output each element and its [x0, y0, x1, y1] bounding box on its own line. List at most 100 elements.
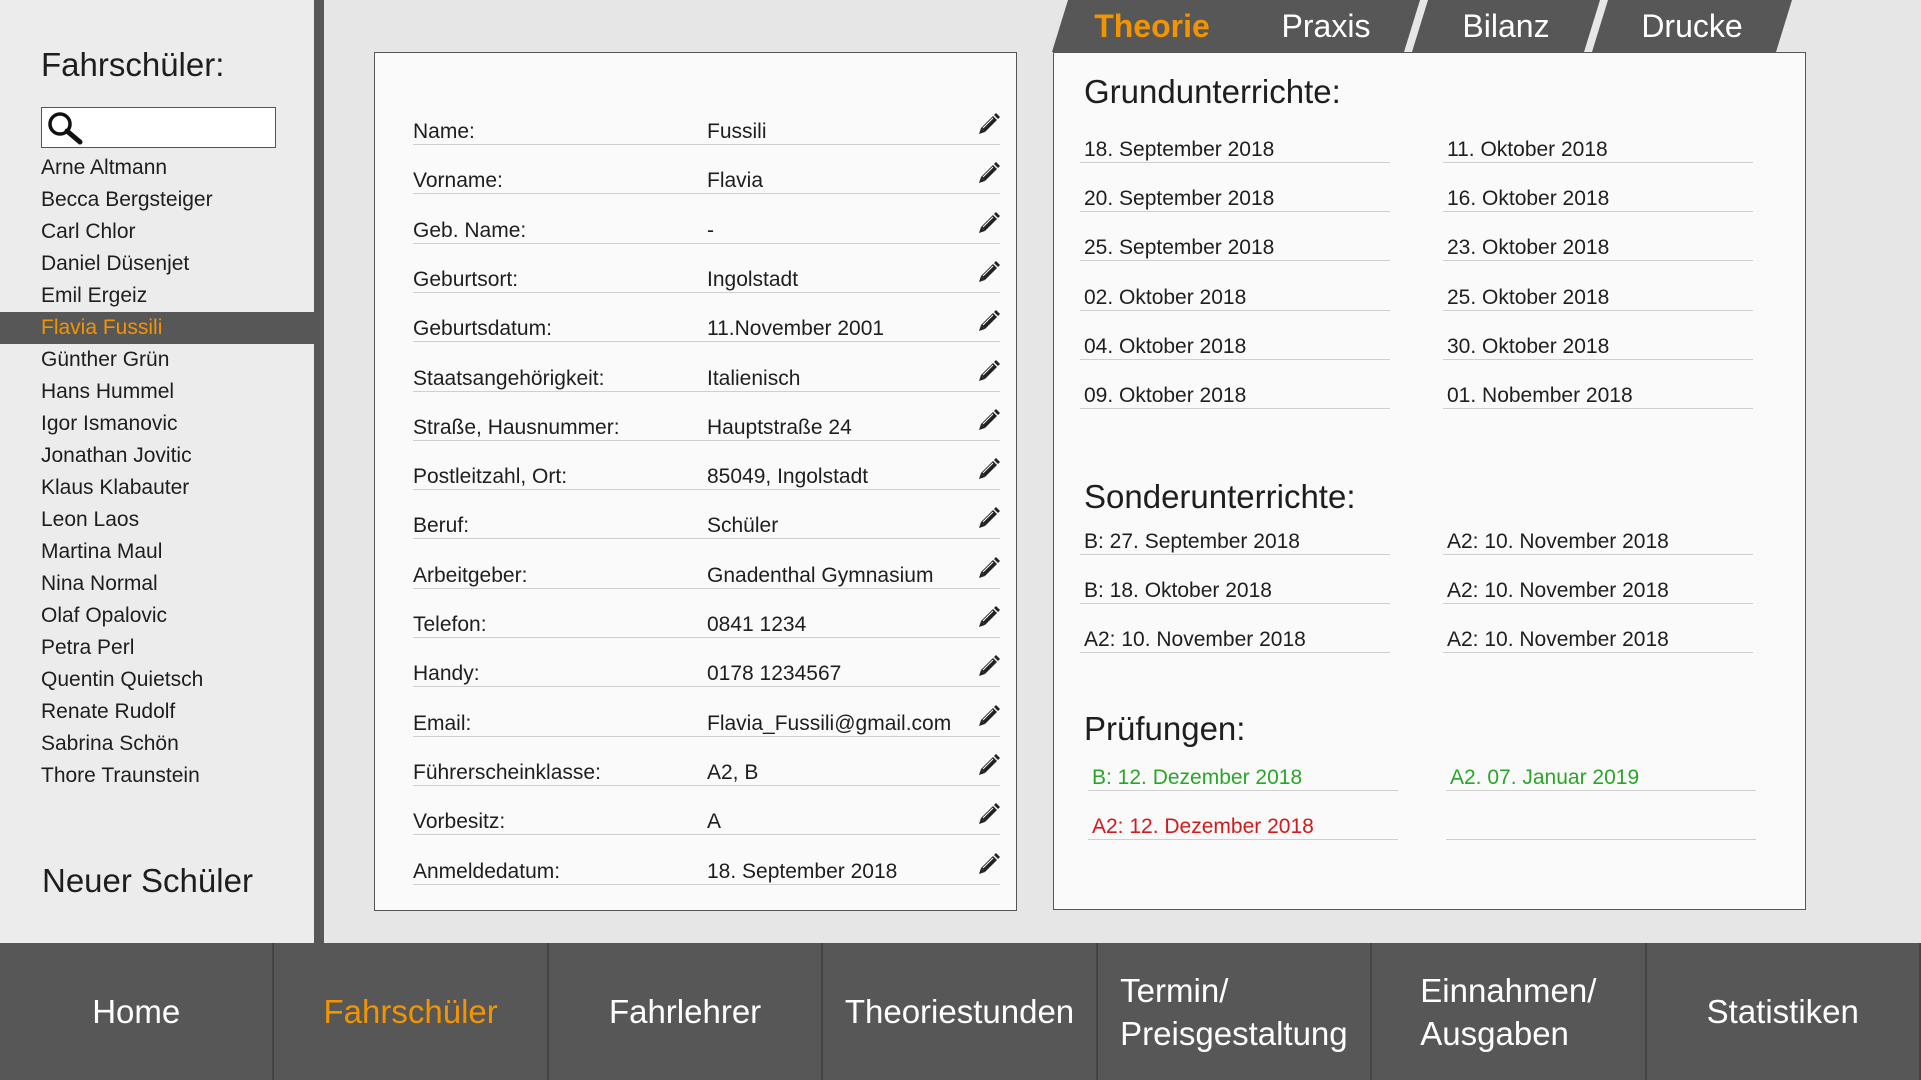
search-icon[interactable]	[46, 111, 84, 145]
edit-pencil-icon[interactable]	[976, 801, 1002, 827]
tab-theorie[interactable]: Theorie	[1052, 0, 1252, 52]
student-list-item[interactable]: Emil Ergeiz	[0, 280, 314, 312]
nav-item[interactable]: Termin/Preisgestaltung	[1098, 943, 1373, 1080]
student-list-item[interactable]: Quentin Quietsch	[0, 664, 314, 696]
date-entry: B: 12. Dezember 2018	[1088, 763, 1398, 791]
edit-pencil-icon[interactable]	[976, 851, 1002, 877]
edit-pencil-icon[interactable]	[976, 358, 1002, 384]
nav-item[interactable]: Fahrlehrer	[549, 943, 824, 1080]
nav-item-label: Home	[92, 990, 180, 1033]
edit-pencil-icon[interactable]	[976, 604, 1002, 630]
student-list-item[interactable]: Daniel Düsenjet	[0, 248, 314, 280]
student-list-item[interactable]: Günther Grün	[0, 344, 314, 376]
nav-label-line-1: Termin/	[1120, 971, 1229, 1009]
nav-item[interactable]: Fahrschüler	[274, 943, 549, 1080]
edit-pencil-icon[interactable]	[976, 259, 1002, 285]
search-input[interactable]	[86, 110, 271, 144]
detail-field-row: Führerscheinklasse: A2, B	[413, 753, 1000, 786]
student-list-item[interactable]: Olaf Opalovic	[0, 600, 314, 632]
nav-label-line-1: Theoriestunden	[844, 993, 1075, 1030]
field-value: A2, B	[707, 760, 759, 784]
pruefungen-title: Prüfungen:	[1084, 710, 1246, 747]
nav-item[interactable]: Statistiken	[1647, 943, 1921, 1080]
tab-drucke[interactable]: Drucke	[1592, 0, 1792, 52]
student-list-item[interactable]: Nina Normal	[0, 568, 314, 600]
date-entry: A2: 10. November 2018	[1080, 625, 1390, 653]
edit-pencil-icon[interactable]	[976, 456, 1002, 482]
date-text: 01. Nobember 2018	[1447, 384, 1633, 407]
new-student-button[interactable]: Neuer Schüler	[42, 862, 253, 900]
student-list-item[interactable]: Hans Hummel	[0, 376, 314, 408]
nav-item-label: Einnahmen/Ausgaben	[1420, 969, 1596, 1055]
student-list-item[interactable]: Jonathan Jovitic	[0, 440, 314, 472]
student-list-item[interactable]: Renate Rudolf	[0, 696, 314, 728]
field-label: Arbeitgeber:	[413, 563, 528, 587]
date-text: A2: 10. November 2018	[1084, 628, 1306, 651]
date-entry: 30. Oktober 2018	[1443, 332, 1753, 360]
field-value: Italienisch	[707, 366, 801, 390]
edit-pencil-icon[interactable]	[976, 407, 1002, 433]
edit-pencil-icon[interactable]	[976, 703, 1002, 729]
field-label: Geburtsort:	[413, 267, 519, 291]
student-list-item[interactable]: Sabrina Schön	[0, 728, 314, 760]
edit-pencil-icon[interactable]	[976, 505, 1002, 531]
student-list-item[interactable]: Arne Altmann	[0, 152, 314, 184]
nav-label-line-2: Preisgestaltung	[1120, 1014, 1348, 1052]
student-sidebar: Fahrschüler: Arne Altmann Becca Bergsteig…	[0, 0, 314, 943]
field-label: Vorname:	[413, 169, 503, 193]
tab-praxis[interactable]: Praxis	[1232, 0, 1420, 52]
date-text: B: 12. Dezember 2018	[1092, 766, 1303, 789]
edit-pencil-icon[interactable]	[976, 752, 1002, 778]
date-entry: A2: 12. Dezember 2018	[1088, 812, 1398, 840]
detail-tabs: Theorie Praxis Bilanz Drucke	[1052, 0, 1792, 52]
student-search-box[interactable]	[41, 107, 276, 148]
field-label: Führerscheinklasse:	[413, 760, 601, 784]
student-list-item[interactable]: Klaus Klabauter	[0, 472, 314, 504]
sonderunterrichte-title: Sonderunterrichte:	[1084, 478, 1356, 515]
nav-item[interactable]: Theoriestunden	[823, 943, 1098, 1080]
edit-pencil-icon[interactable]	[976, 160, 1002, 186]
date-text: B: 18. Oktober 2018	[1084, 579, 1272, 602]
student-list-item[interactable]: Igor Ismanovic	[0, 408, 314, 440]
field-label: Name:	[413, 120, 475, 143]
nav-item[interactable]: Home	[0, 943, 275, 1080]
field-value: 18. September 2018	[707, 859, 898, 883]
student-list-item[interactable]: Becca Bergsteiger	[0, 184, 314, 216]
detail-field-row: Arbeitgeber: Gnadenthal Gymnasium	[413, 556, 1000, 589]
grundunterrichte-title: Grundunterrichte:	[1084, 73, 1341, 110]
date-entry: B: 27. September 2018	[1080, 527, 1390, 555]
student-list-item[interactable]: Petra Perl	[0, 632, 314, 664]
date-text: A2: 10. November 2018	[1447, 530, 1669, 553]
nav-label-line-1: Fahrschüler	[323, 993, 498, 1030]
detail-field-row: Telefon: 0841 1234	[413, 606, 1000, 638]
edit-pencil-icon[interactable]	[976, 653, 1002, 679]
field-label: Telefon:	[413, 613, 487, 636]
student-list-item[interactable]: Leon Laos	[0, 504, 314, 536]
app-window: Fahrschüler: Arne Altmann Becca Bergsteig…	[0, 0, 1921, 1080]
student-list-item[interactable]: Flavia Fussili	[0, 312, 314, 344]
student-list-item[interactable]: Martina Maul	[0, 536, 314, 568]
student-list-item[interactable]: Carl Chlor	[0, 216, 314, 248]
edit-pencil-icon[interactable]	[976, 555, 1002, 581]
field-label: Geburtsdatum:	[413, 317, 552, 341]
tab-bilanz[interactable]: Bilanz	[1412, 0, 1600, 52]
date-entry: 18. September 2018	[1080, 135, 1390, 163]
bottom-navigation: Home Fahrschüler Fahrlehrer Theoriestunden T…	[0, 943, 1921, 1080]
date-entry: A2: 10. November 2018	[1443, 625, 1753, 653]
edit-pencil-icon[interactable]	[976, 308, 1002, 334]
nav-label-line-2: Ausgaben	[1420, 1014, 1569, 1052]
field-label: Straße, Hausnummer:	[413, 415, 620, 439]
edit-pencil-icon[interactable]	[976, 111, 1002, 137]
nav-item-label: Termin/Preisgestaltung	[1120, 969, 1347, 1055]
nav-item-label: Fahrlehrer	[609, 990, 761, 1033]
nav-item[interactable]: Einnahmen/Ausgaben	[1372, 943, 1647, 1080]
detail-field-row: Geb. Name: -	[413, 211, 1000, 244]
date-text: 18. September 2018	[1084, 138, 1275, 161]
edit-pencil-icon[interactable]	[976, 210, 1002, 236]
detail-field-row: Postleitzahl, Ort: 85049, Ingolstadt	[413, 458, 1000, 491]
field-value: 11.November 2001	[707, 317, 885, 341]
date-entry: A2: 10. November 2018	[1443, 527, 1753, 555]
field-label: Handy:	[413, 662, 480, 686]
date-entry: 11. Oktober 2018	[1443, 135, 1753, 163]
student-list-item[interactable]: Thore Traunstein	[0, 760, 314, 792]
